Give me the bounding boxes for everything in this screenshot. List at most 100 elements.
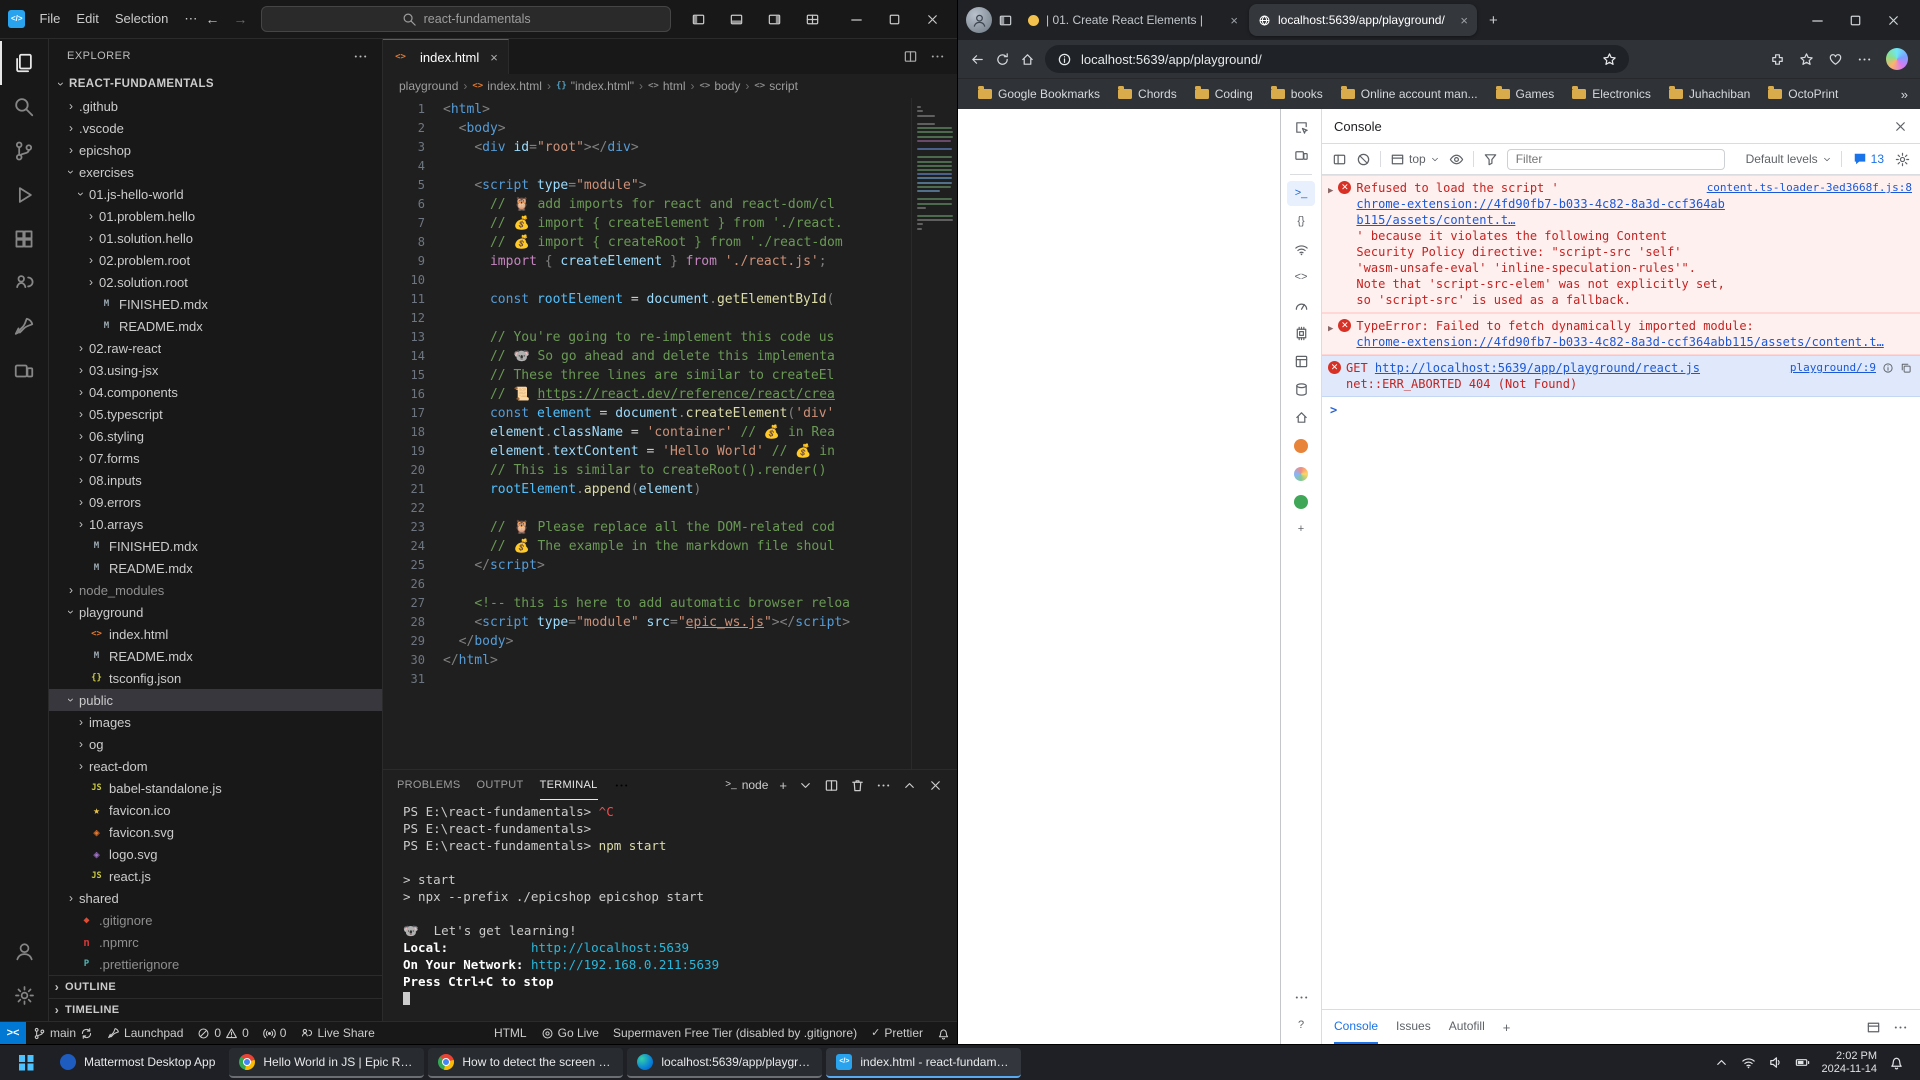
- taskbar-app-3[interactable]: How to detect the screen resoluti...: [428, 1048, 623, 1078]
- explorer-more-icon[interactable]: [353, 49, 368, 64]
- activity-run-and-debug[interactable]: [0, 173, 48, 217]
- close-tab-icon[interactable]: ×: [1230, 13, 1238, 28]
- tree-item--vscode[interactable]: ›.vscode: [49, 117, 382, 139]
- tree-item-node-modules[interactable]: ›node_modules: [49, 579, 382, 601]
- menu-edit[interactable]: Edit: [68, 8, 106, 30]
- browser-tab-1[interactable]: | 01. Create React Elements |×: [1019, 4, 1247, 36]
- new-tab-icon[interactable]: +: [1489, 13, 1498, 28]
- source-location-link[interactable]: content.ts-loader-3ed3668f.js:8: [1707, 180, 1912, 196]
- minimap[interactable]: [911, 98, 957, 769]
- breadcrumb-item[interactable]: {}"index.html": [556, 79, 634, 93]
- close-tab-icon[interactable]: ×: [1460, 13, 1468, 28]
- devtools-tool-device-emulation[interactable]: [1287, 143, 1315, 168]
- breadcrumb-item[interactable]: <>index.html: [472, 79, 542, 93]
- expand-triangle-icon[interactable]: ▶: [1328, 321, 1333, 350]
- toggle-sidebar-icon[interactable]: [681, 4, 715, 34]
- drawer-tab-issues[interactable]: Issues: [1396, 1010, 1431, 1044]
- devtools-tool-storage[interactable]: [1287, 377, 1315, 402]
- devtools-tool-inspect[interactable]: [1287, 115, 1315, 140]
- address-bar[interactable]: localhost:5639/app/playground/: [1045, 45, 1629, 73]
- info-icon[interactable]: [1882, 362, 1894, 374]
- copilot-icon[interactable]: [1886, 48, 1908, 70]
- activity-settings[interactable]: [0, 973, 48, 1017]
- copy-icon[interactable]: [1900, 362, 1912, 374]
- page-content[interactable]: [958, 109, 1281, 1044]
- tree-item-02-raw-react[interactable]: ›02.raw-react: [49, 337, 382, 359]
- console-sidebar-icon[interactable]: [1332, 152, 1347, 167]
- status-prettier[interactable]: ✓Prettier: [864, 1022, 930, 1044]
- close-devtools-icon[interactable]: [1893, 119, 1908, 134]
- devtools-tool-elements[interactable]: <>: [1287, 265, 1315, 290]
- issues-counter[interactable]: 13: [1853, 152, 1884, 166]
- context-selector[interactable]: top: [1390, 152, 1440, 167]
- bookmark-juhachiban[interactable]: Juhachiban: [1661, 84, 1758, 104]
- browser-maximize-icon[interactable]: [1836, 4, 1874, 36]
- devtools-tool-extension-multi[interactable]: [1287, 461, 1315, 486]
- activity-live-share[interactable]: [0, 261, 48, 305]
- tray-chevron-icon[interactable]: [1714, 1055, 1729, 1070]
- status-remote[interactable]: ><: [0, 1022, 26, 1044]
- panel-tab-problems[interactable]: PROBLEMS: [397, 770, 461, 800]
- tree-item-09-errors[interactable]: ›09.errors: [49, 491, 382, 513]
- menu-selection[interactable]: Selection: [107, 8, 176, 30]
- close-window-icon[interactable]: [915, 4, 949, 34]
- code-editor[interactable]: 1<html>2 <body>3 <div id="root"></div>45…: [383, 98, 957, 769]
- clear-console-icon[interactable]: [1356, 152, 1371, 167]
- extensions-icon[interactable]: [1770, 52, 1785, 67]
- drawer-tab-console[interactable]: Console: [1334, 1010, 1378, 1044]
- activity-accounts[interactable]: [0, 929, 48, 973]
- devtools-tool-network[interactable]: [1287, 237, 1315, 262]
- tree-item-07-forms[interactable]: ›07.forms: [49, 447, 382, 469]
- kill-terminal-icon[interactable]: [850, 778, 865, 793]
- tree-item-og[interactable]: ›og: [49, 733, 382, 755]
- bookmarks-overflow-icon[interactable]: »: [1901, 87, 1908, 102]
- breadcrumb-item[interactable]: <>html: [648, 79, 686, 93]
- console-message[interactable]: ▶✕Refused to load the script 'chrome-ext…: [1322, 175, 1920, 313]
- terminal-more-icon[interactable]: [876, 778, 891, 793]
- menu-file[interactable]: File: [31, 8, 68, 30]
- bookmark-google-bookmarks[interactable]: Google Bookmarks: [970, 84, 1108, 104]
- site-info-icon[interactable]: [1057, 52, 1072, 67]
- tree-item-exercises[interactable]: ›exercises: [49, 161, 382, 183]
- tree-item-images[interactable]: ›images: [49, 711, 382, 733]
- console-message[interactable]: ▶✕TypeError: Failed to fetch dynamically…: [1322, 313, 1920, 355]
- status-language-mode[interactable]: HTML: [487, 1022, 534, 1044]
- activity-source-control[interactable]: [0, 129, 48, 173]
- tree-item-03-using-jsx[interactable]: ›03.using-jsx: [49, 359, 382, 381]
- drawer-tab-autofill[interactable]: Autofill: [1449, 1010, 1485, 1044]
- console-filter-input[interactable]: [1507, 149, 1725, 170]
- taskbar-app-4[interactable]: localhost:5639/app/playground/ a...: [627, 1048, 822, 1078]
- panel-tab-output[interactable]: OUTPUT: [477, 770, 524, 800]
- bookmark-games[interactable]: Games: [1488, 84, 1563, 104]
- tree-item-01-problem-hello[interactable]: ›01.problem.hello: [49, 205, 382, 227]
- minimize-icon[interactable]: [839, 4, 873, 34]
- menu-[interactable]: ⋯: [176, 8, 205, 30]
- bookmark-chords[interactable]: Chords: [1110, 84, 1185, 104]
- start-button[interactable]: [6, 1048, 46, 1078]
- log-levels-dropdown[interactable]: Default levels: [1746, 152, 1832, 167]
- devtools-tool-memory[interactable]: [1287, 321, 1315, 346]
- tree-item-react-js[interactable]: JSreact.js: [49, 865, 382, 887]
- go-back-icon[interactable]: ←: [205, 11, 219, 27]
- taskbar-app-5[interactable]: </>index.html - react-fundamentals -...: [826, 1048, 1021, 1078]
- toggle-panel-icon[interactable]: [719, 4, 753, 34]
- command-center-search[interactable]: react-fundamentals: [261, 6, 671, 32]
- status-supermaven[interactable]: Supermaven Free Tier (disabled by .gitig…: [606, 1022, 864, 1044]
- editor-more-icon[interactable]: [930, 49, 945, 64]
- toggle-secondary-sidebar-icon[interactable]: [757, 4, 791, 34]
- devtools-tool-sources[interactable]: {}: [1287, 209, 1315, 234]
- tree-item-readme-mdx[interactable]: MREADME.mdx: [49, 315, 382, 337]
- tree-item-02-problem-root[interactable]: ›02.problem.root: [49, 249, 382, 271]
- console-message[interactable]: ✕GET http://localhost:5639/app/playgroun…: [1322, 355, 1920, 397]
- tree-item-finished-mdx[interactable]: MFINISHED.mdx: [49, 535, 382, 557]
- devtools-tool-more-tools[interactable]: [1287, 985, 1315, 1010]
- profile-avatar[interactable]: [966, 7, 992, 33]
- tree-item-react-fundamentals[interactable]: ›REACT-FUNDAMENTALS: [49, 73, 382, 95]
- breadcrumb-item[interactable]: playground: [399, 79, 458, 93]
- notifications-bell-icon[interactable]: [1889, 1055, 1904, 1070]
- activity-remote-explorer[interactable]: [0, 349, 48, 393]
- status-problems[interactable]: 00: [190, 1022, 255, 1044]
- message-link[interactable]: chrome-extension://4fd90fb7-b033-4c82-8a…: [1356, 197, 1724, 227]
- tree-item-readme-mdx[interactable]: MREADME.mdx: [49, 557, 382, 579]
- tree-item-public[interactable]: ›public: [49, 689, 382, 711]
